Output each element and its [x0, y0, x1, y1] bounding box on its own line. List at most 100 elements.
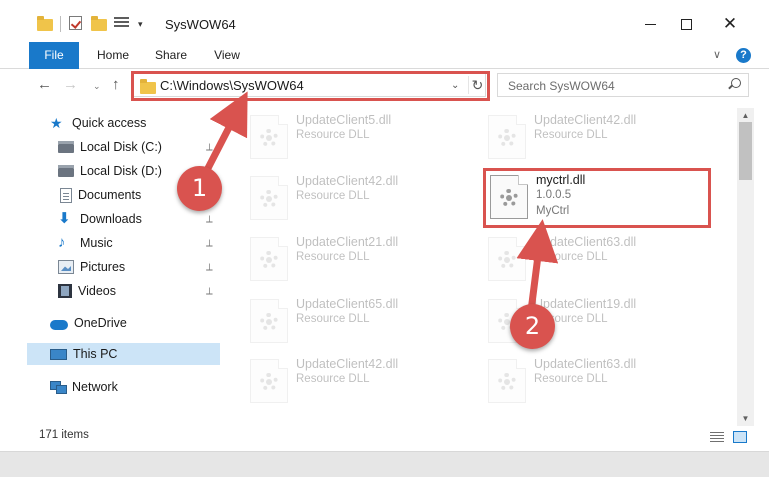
- file-name: UpdateClient5.dll: [296, 113, 392, 127]
- sidebar-item-network[interactable]: Network: [50, 376, 118, 398]
- search-icon[interactable]: [727, 78, 741, 92]
- navigation-pane: ★ Quick access Local Disk (C:) Local Dis…: [0, 108, 222, 408]
- expand-ribbon-icon[interactable]: ∨: [713, 48, 721, 61]
- videos-icon: [58, 284, 72, 298]
- tab-share[interactable]: Share: [155, 42, 187, 69]
- sidebar-item-documents[interactable]: Documents: [60, 184, 141, 206]
- properties-check-icon[interactable]: [67, 16, 85, 32]
- file-name: UpdateClient19.dll: [534, 297, 637, 311]
- computer-icon: [50, 348, 67, 360]
- pin-icon[interactable]: ⟂: [206, 286, 213, 297]
- toolbar-dropdown-icon[interactable]: ▾: [138, 19, 143, 30]
- tiles-view-icon[interactable]: [733, 431, 747, 443]
- pin-icon[interactable]: ⟂: [206, 262, 213, 273]
- forward-button[interactable]: →: [63, 76, 78, 93]
- file-list: UpdateClient5.dll Resource DLL UpdateCli…: [222, 108, 737, 420]
- sidebar-item-videos[interactable]: Videos: [58, 280, 116, 302]
- sidebar-item-local-disk-c[interactable]: Local Disk (C:): [58, 136, 162, 158]
- sidebar-item-label: Pictures: [80, 260, 126, 274]
- folder-icon[interactable]: [36, 16, 54, 32]
- file-type: Resource DLL: [296, 251, 370, 263]
- pictures-icon: [58, 260, 74, 274]
- sidebar-item-label: Documents: [78, 188, 142, 202]
- back-button[interactable]: ←: [37, 76, 52, 93]
- sidebar-item-quick-access[interactable]: ★ Quick access: [50, 112, 146, 134]
- close-icon: ✕: [722, 14, 738, 33]
- scroll-down-icon[interactable]: ▼: [737, 411, 754, 426]
- ribbon: File Home Share View ∨: [0, 42, 769, 69]
- sidebar-item-label: Local Disk (C:): [80, 140, 162, 154]
- sidebar-item-label: This PC: [73, 347, 118, 361]
- maximize-button[interactable]: [663, 10, 709, 38]
- file-name: UpdateClient21.dll: [296, 235, 399, 249]
- downloads-icon: ⬇: [58, 210, 71, 227]
- file-name: UpdateClient42.dll: [296, 174, 399, 188]
- sidebar-item-music[interactable]: ♪ Music: [58, 232, 113, 254]
- file-tile[interactable]: UpdateClient42.dll Resource DLL: [244, 354, 464, 406]
- sidebar-item-label: Downloads: [80, 212, 142, 226]
- file-tile[interactable]: UpdateClient63.dll Resource DLL: [482, 354, 702, 406]
- recent-locations-icon[interactable]: ⌄: [93, 81, 101, 92]
- file-name: UpdateClient63.dll: [534, 235, 637, 249]
- sidebar-item-local-disk-d[interactable]: Local Disk (D:): [58, 160, 162, 182]
- dll-file-icon: [250, 176, 288, 220]
- dll-file-icon: [250, 115, 288, 159]
- step-one-badge: 1: [177, 166, 222, 211]
- scroll-thumb[interactable]: [739, 122, 752, 180]
- file-name: UpdateClient42.dll: [296, 357, 399, 371]
- sidebar-item-label: Quick access: [72, 116, 147, 130]
- file-name: UpdateClient65.dll: [296, 297, 399, 311]
- file-tile[interactable]: UpdateClient42.dll Resource DLL: [482, 110, 702, 162]
- file-type: Resource DLL: [296, 313, 370, 325]
- pin-icon[interactable]: ⟂: [206, 238, 213, 249]
- pin-icon[interactable]: ⟂: [206, 142, 213, 153]
- cloud-icon: [50, 320, 68, 330]
- close-button[interactable]: ✕: [707, 10, 753, 38]
- file-type: Resource DLL: [296, 190, 370, 202]
- step-two-badge: 2: [510, 304, 555, 349]
- scroll-up-icon[interactable]: ▲: [737, 108, 754, 123]
- file-type: Resource DLL: [296, 373, 370, 385]
- sidebar-item-label: Music: [80, 236, 113, 250]
- file-type: Resource DLL: [534, 251, 608, 263]
- tab-home[interactable]: Home: [96, 42, 130, 69]
- search-input[interactable]: Search SysWOW64: [508, 79, 615, 93]
- file-tile[interactable]: UpdateClient63.dll Resource DLL: [482, 232, 702, 284]
- item-count: 171 items: [39, 429, 89, 441]
- file-tile[interactable]: UpdateClient5.dll Resource DLL: [244, 110, 464, 162]
- sidebar-item-downloads[interactable]: ⬇ Downloads: [58, 208, 142, 230]
- file-tile[interactable]: UpdateClient42.dll Resource DLL: [244, 171, 464, 223]
- file-name: UpdateClient63.dll: [534, 357, 637, 371]
- dll-file-icon: [250, 359, 288, 403]
- dll-file-icon: [488, 115, 526, 159]
- sidebar-item-this-pc[interactable]: This PC: [27, 343, 220, 365]
- minimize-icon: [644, 23, 656, 25]
- status-bar: 171 items: [0, 426, 769, 448]
- sidebar-item-label: Network: [72, 380, 118, 394]
- sidebar-item-label: Local Disk (D:): [80, 164, 162, 178]
- file-tile[interactable]: UpdateClient65.dll Resource DLL: [244, 294, 464, 346]
- sidebar-item-onedrive[interactable]: OneDrive: [50, 312, 127, 334]
- customize-icon[interactable]: [113, 16, 131, 32]
- music-icon: ♪: [58, 234, 66, 251]
- tab-view[interactable]: View: [214, 42, 240, 69]
- file-highlight: [483, 168, 711, 228]
- sidebar-item-label: Videos: [78, 284, 116, 298]
- tab-file[interactable]: File: [29, 42, 79, 69]
- window-title: SysWOW64: [165, 17, 236, 32]
- disk-icon: [58, 140, 74, 153]
- pin-icon[interactable]: ⟂: [206, 214, 213, 225]
- dll-file-icon: [488, 359, 526, 403]
- title-bar: ▾ SysWOW64 ✕: [0, 0, 769, 40]
- quick-access-toolbar: ▾: [36, 16, 143, 32]
- file-tile[interactable]: UpdateClient21.dll Resource DLL: [244, 232, 464, 284]
- new-folder-icon[interactable]: [90, 16, 108, 32]
- up-button[interactable]: ↑: [112, 76, 120, 93]
- documents-icon: [60, 187, 72, 203]
- details-view-icon[interactable]: [710, 431, 724, 443]
- search-box[interactable]: Search SysWOW64: [497, 73, 749, 97]
- sidebar-item-pictures[interactable]: Pictures: [58, 256, 125, 278]
- help-icon[interactable]: ?: [736, 48, 751, 63]
- vertical-scrollbar[interactable]: ▲ ▼: [737, 108, 754, 426]
- dll-file-icon: [250, 237, 288, 281]
